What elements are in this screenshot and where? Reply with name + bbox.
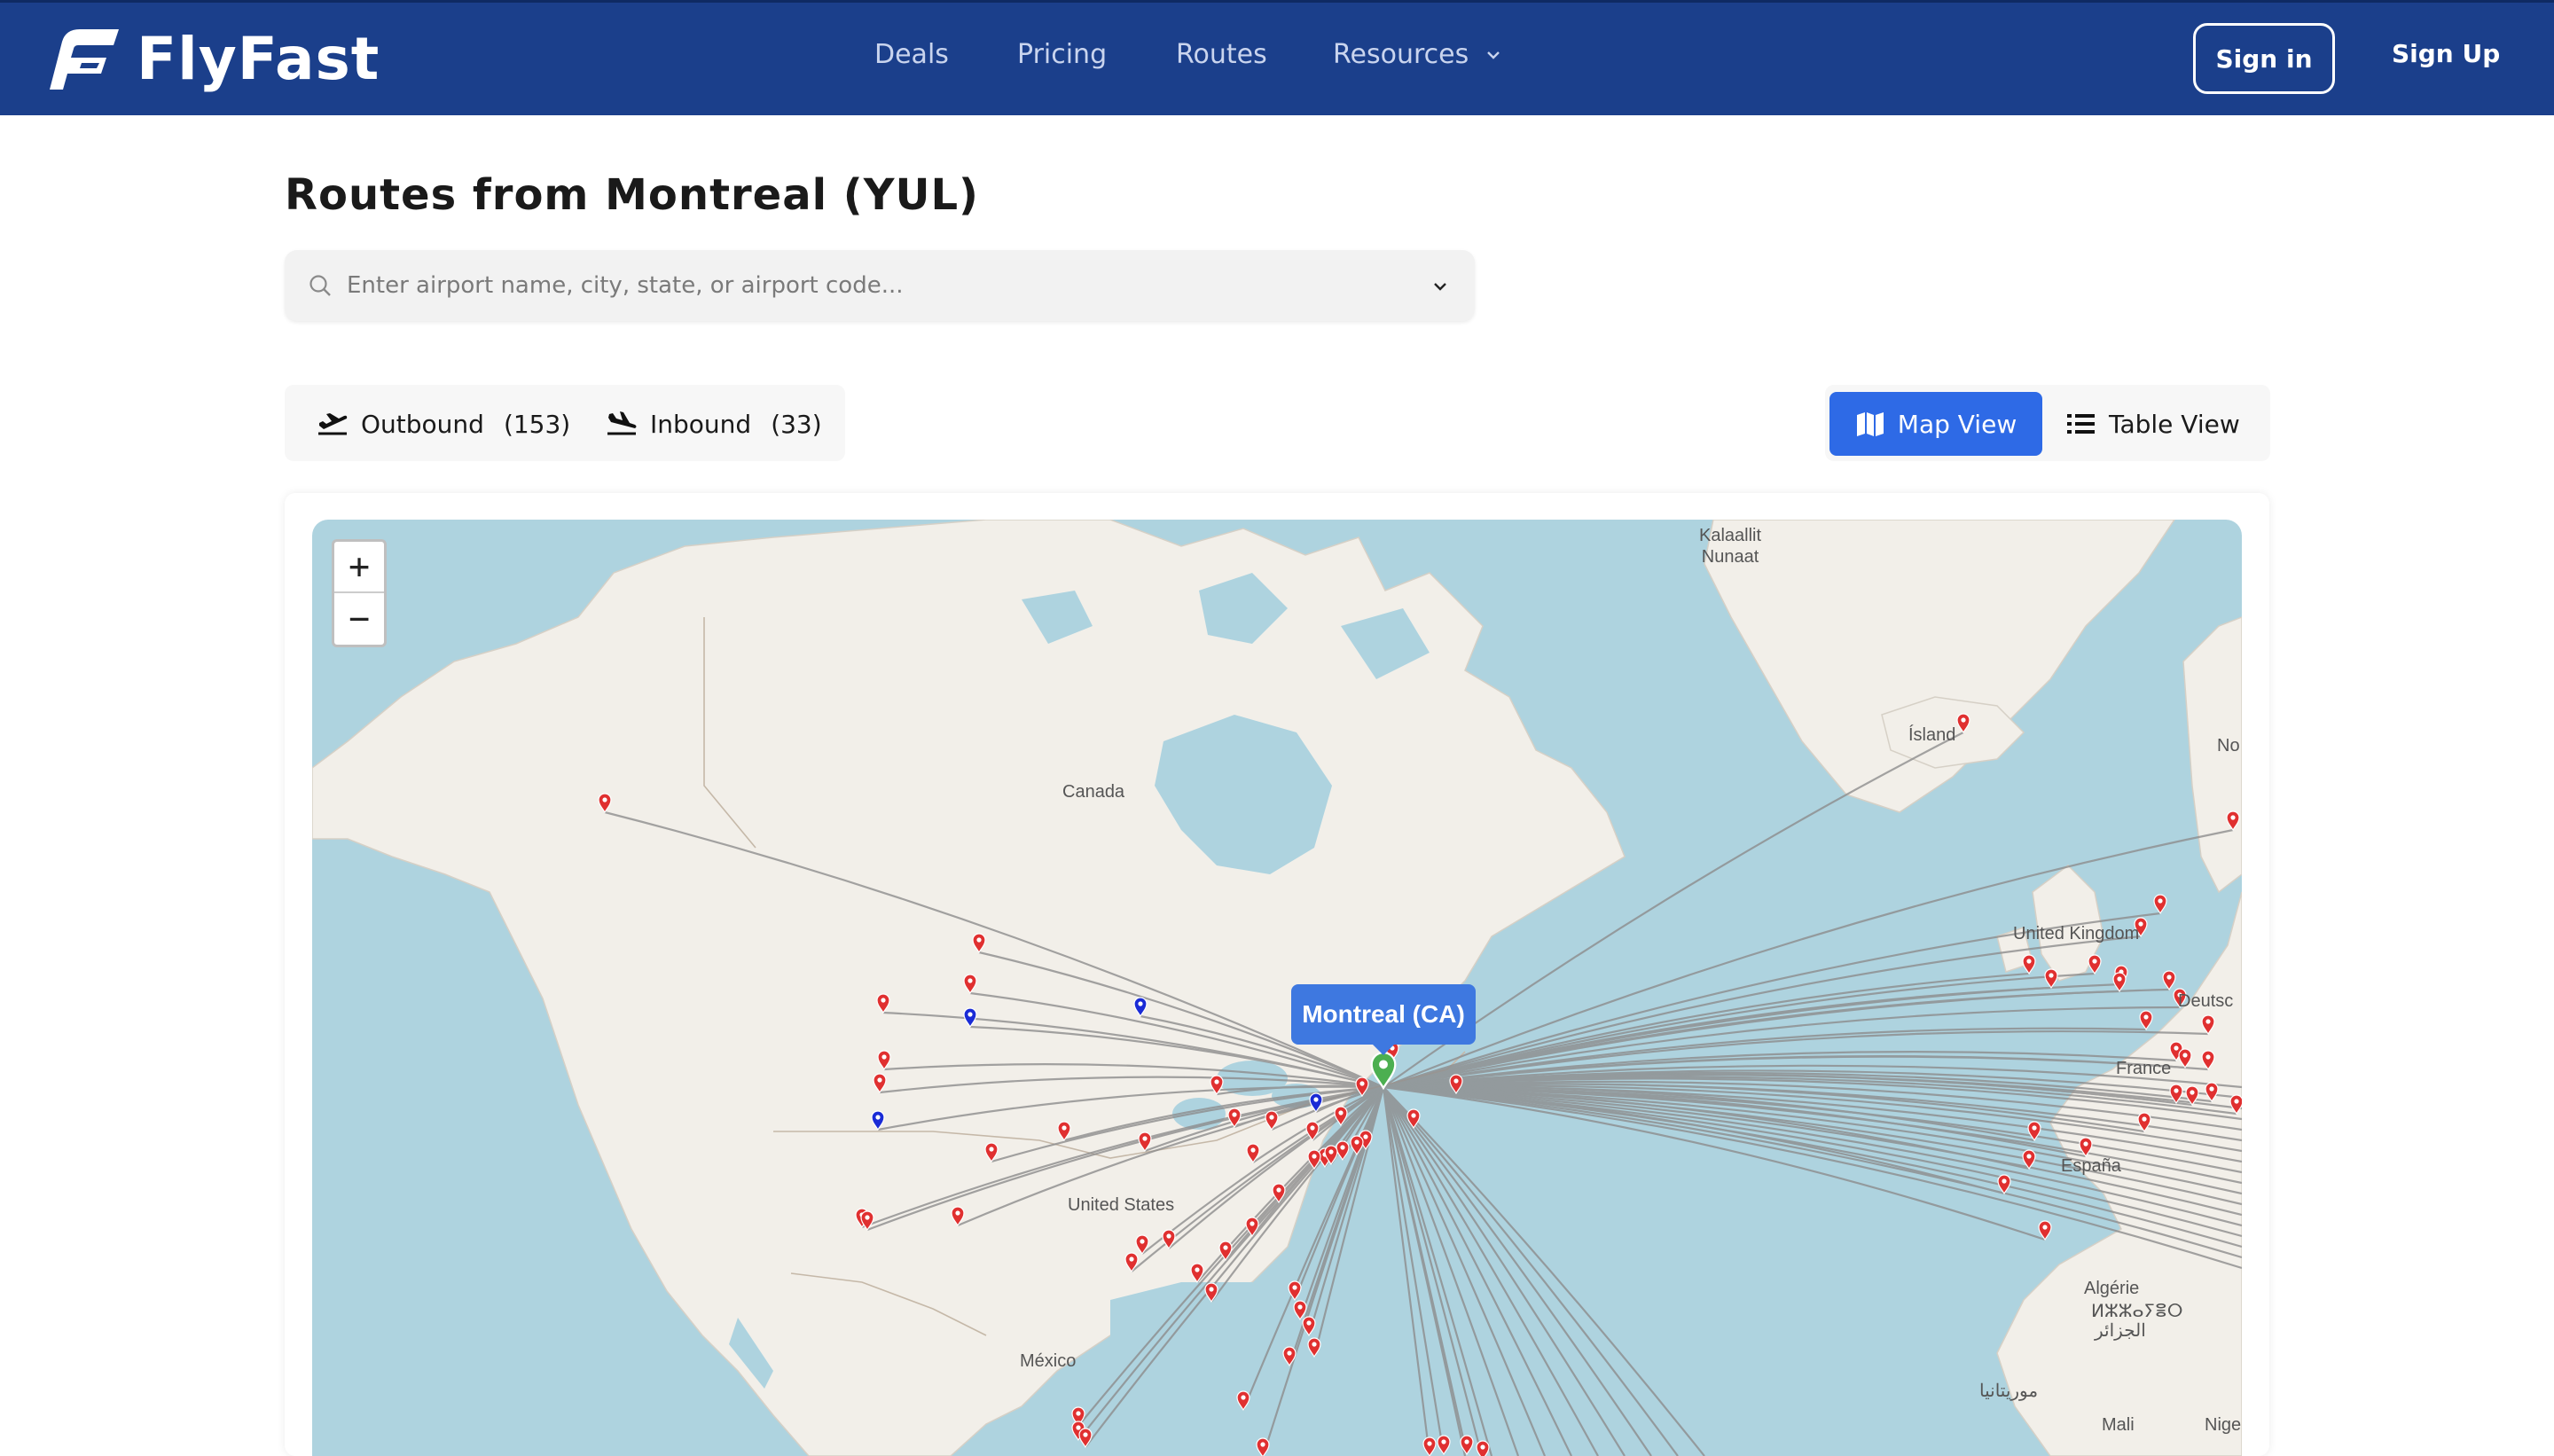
outbound-destination-pin[interactable] <box>1460 1435 1474 1456</box>
map-label-espana: España <box>2061 1156 2121 1176</box>
route-line <box>1383 982 2122 1089</box>
route-line <box>1382 1086 1520 1456</box>
chevron-down-icon[interactable] <box>1430 277 1450 296</box>
chevron-down-icon <box>1487 51 1500 59</box>
nav-resources-label: Resources <box>1333 39 1469 70</box>
route-line <box>1382 1086 1493 1456</box>
map-icon <box>1856 412 1884 436</box>
outbound-destination-pin[interactable] <box>1997 1174 2011 1195</box>
map-label-france: France <box>2116 1059 2172 1078</box>
map-label-mauritania: موريتانيا <box>1979 1382 2039 1401</box>
route-line <box>1383 1086 1599 1456</box>
map-label-algerie: Algérie <box>2084 1279 2140 1298</box>
map-view-label: Map View <box>1897 409 2017 439</box>
outbound-destination-pin[interactable] <box>1293 1300 1307 1321</box>
map-label-mexico: México <box>1020 1351 1077 1371</box>
route-line <box>1382 1086 1547 1456</box>
plane-takeoff-icon <box>318 413 348 435</box>
map-label-greenland-line2: Nunaat <box>1701 547 1759 567</box>
map-view-button[interactable]: Map View <box>1829 392 2042 456</box>
tab-outbound-label: Outbound <box>361 409 484 439</box>
outbound-destination-pin[interactable] <box>2162 970 2176 991</box>
route-line <box>1383 1086 1626 1456</box>
zoom-in-button[interactable]: + <box>334 542 384 593</box>
top-accent-line <box>0 0 2554 3</box>
sign-up-link[interactable]: Sign Up <box>2392 39 2500 68</box>
tab-inbound[interactable]: Inbound (33) <box>606 404 822 443</box>
flyfast-logo-icon <box>50 29 119 90</box>
table-view-button[interactable]: Table View <box>2066 392 2261 456</box>
map-label-deutschland: Deutsc <box>2178 991 2234 1011</box>
map-label-mali: Mali <box>2102 1415 2135 1435</box>
map-label-united-states: United States <box>1068 1195 1175 1215</box>
route-line <box>1382 1086 1484 1456</box>
map-label-canada: Canada <box>1062 782 1125 802</box>
outbound-destination-pin[interactable] <box>1422 1436 1437 1456</box>
sign-in-button[interactable]: Sign in <box>2193 23 2335 94</box>
route-line <box>1383 1086 1679 1456</box>
top-navbar: FlyFast Deals Pricing Routes Resources S… <box>0 0 2554 115</box>
nav-pricing[interactable]: Pricing <box>1017 39 1107 70</box>
table-view-label: Table View <box>2109 409 2240 439</box>
outbound-destination-pin[interactable] <box>1302 1316 1316 1337</box>
outbound-destination-pin[interactable] <box>1334 1106 1348 1127</box>
tab-outbound[interactable]: Outbound (153) <box>317 404 570 443</box>
origin-tooltip: Montreal (CA) <box>1291 984 1476 1045</box>
map-label-greenland-line1: Kalaallit <box>1699 526 1762 545</box>
route-line <box>1383 1086 1572 1456</box>
zoom-control: + − <box>332 539 387 647</box>
outbound-destination-pin[interactable] <box>1236 1390 1250 1412</box>
outbound-destination-pin[interactable] <box>1476 1440 1490 1456</box>
map-label-united-kingdom: United Kingdom <box>2013 924 2140 943</box>
map-canvas <box>312 520 2242 1456</box>
map-label-greenland: Kalaallit Nunaat <box>1699 525 1761 568</box>
tab-inbound-label: Inbound <box>650 409 752 439</box>
map-label-algerie-arabic: الجزائر <box>2095 1321 2146 1341</box>
outbound-destination-pin[interactable] <box>2038 1220 2052 1241</box>
brand-logo[interactable]: FlyFast <box>43 23 380 94</box>
search-icon <box>309 275 331 296</box>
outbound-destination-pin[interactable] <box>1256 1437 1270 1456</box>
map-label-norge: No <box>2217 736 2240 755</box>
outbound-destination-pin[interactable] <box>1336 1140 1350 1162</box>
zoom-out-button[interactable]: − <box>334 593 384 645</box>
brand-name: FlyFast <box>137 24 380 93</box>
origin-tooltip-tail <box>1373 1045 1394 1055</box>
airport-search[interactable] <box>285 250 1475 321</box>
nav-routes[interactable]: Routes <box>1176 39 1267 70</box>
outbound-destination-pin[interactable] <box>2112 972 2127 993</box>
view-tabs: Map View Table View <box>1825 385 2270 461</box>
direction-tabs: Outbound (153) Inbound (33) <box>285 385 845 461</box>
outbound-destination-pin[interactable] <box>2153 894 2167 915</box>
tab-outbound-count: (153) <box>503 409 571 439</box>
nav-deals[interactable]: Deals <box>874 39 949 70</box>
list-icon <box>2067 414 2095 434</box>
airport-search-input[interactable] <box>347 266 1393 305</box>
outbound-destination-pin[interactable] <box>2044 968 2058 990</box>
outbound-destination-pin[interactable] <box>2139 1010 2153 1031</box>
tab-inbound-count: (33) <box>771 409 822 439</box>
route-map[interactable]: Kalaallit Nunaat Ísland Canada United Sta… <box>312 520 2242 1456</box>
outbound-destination-pin[interactable] <box>2088 954 2102 975</box>
nav-resources[interactable]: Resources <box>1333 39 1502 70</box>
plane-landing-icon <box>607 411 637 435</box>
outbound-destination-pin[interactable] <box>1437 1435 1451 1456</box>
page-title: Routes from Montreal (YUL) <box>285 170 979 220</box>
map-label-iceland: Ísland <box>1908 725 1956 745</box>
outbound-destination-pin[interactable] <box>1078 1428 1093 1449</box>
map-label-niger: Nige <box>2205 1415 2242 1435</box>
outbound-destination-pin[interactable] <box>1307 1337 1321 1358</box>
outbound-destination-pin[interactable] <box>2022 954 2036 975</box>
